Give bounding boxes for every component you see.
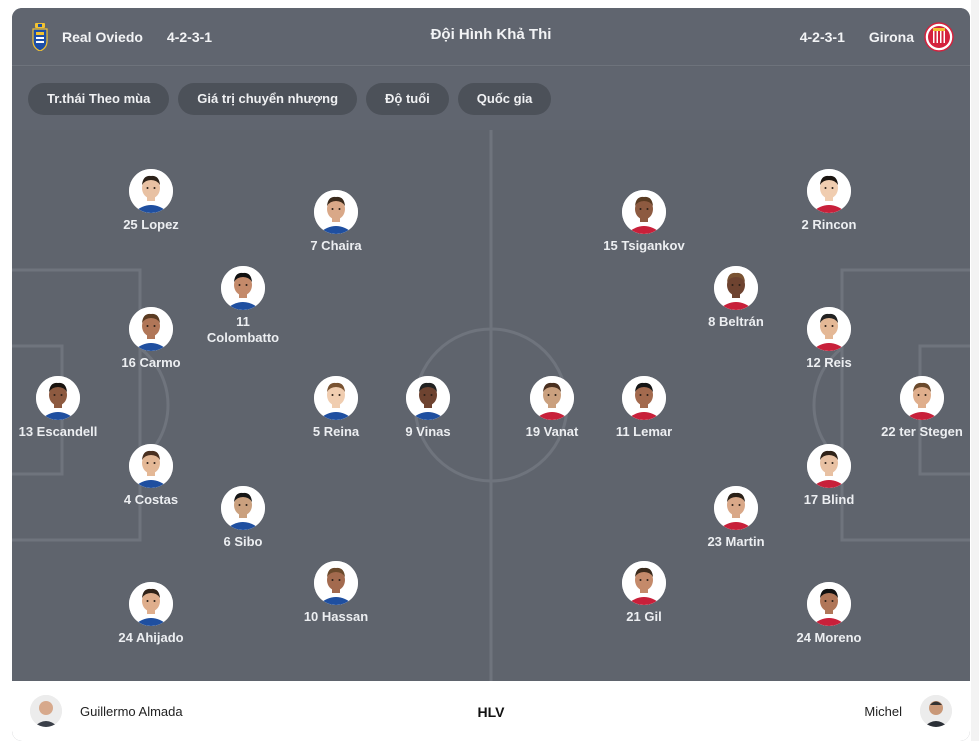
away-player-label: 12 Reis bbox=[806, 355, 852, 370]
away-player-photo bbox=[807, 169, 851, 213]
home-player-label: 16 Carmo bbox=[121, 355, 181, 370]
home-player-label: 13 Escandell bbox=[18, 424, 98, 439]
away-player-label: 22 ter Stegen bbox=[881, 424, 963, 439]
away-player-label: 11 Lemar bbox=[615, 424, 673, 439]
home-player-label: 11 Colombatto bbox=[206, 314, 280, 345]
away-player-label: 2 Rincon bbox=[801, 217, 857, 232]
away-formation: 4-2-3-1 bbox=[799, 29, 845, 45]
home-player-photo bbox=[314, 561, 358, 605]
filter-transfer-value[interactable]: Giá trị chuyển nhượng bbox=[178, 82, 358, 115]
away-player-photo bbox=[807, 307, 851, 351]
away-player-label: 8 Beltrán bbox=[708, 314, 764, 329]
lineup-card: Real Oviedo 4-2-3-1 Đội Hình Khả Thi 4-2… bbox=[12, 8, 970, 741]
away-team-name: Girona bbox=[868, 29, 914, 45]
home-player-label: 10 Hassan bbox=[303, 609, 369, 624]
away-player-label: 17 Blind bbox=[803, 492, 855, 507]
away-player-photo bbox=[714, 266, 758, 310]
away-team[interactable]: 4-2-3-1 Girona bbox=[800, 8, 954, 66]
away-player-photo bbox=[622, 561, 666, 605]
home-player-photo bbox=[314, 190, 358, 234]
home-player-label: 6 Sibo bbox=[223, 534, 263, 549]
away-player-photo bbox=[622, 190, 666, 234]
home-player-label: 7 Chaira bbox=[310, 238, 362, 253]
away-player-photo bbox=[900, 376, 944, 420]
away-coach-avatar bbox=[920, 695, 952, 727]
away-coach-name: Michel bbox=[864, 703, 902, 719]
pitch: 25 Lopez 7 Chaira 11 Colombatto 16 Carmo 13 E… bbox=[12, 130, 970, 681]
away-coach[interactable]: Michel bbox=[864, 695, 952, 727]
away-player-label: 15 Tsigankov bbox=[603, 238, 685, 253]
filter-season-status[interactable]: Tr.thái Theo mùa bbox=[28, 82, 170, 115]
home-player-photo bbox=[221, 486, 265, 530]
away-player-photo bbox=[807, 444, 851, 488]
away-player-label: 21 Gil bbox=[626, 609, 662, 624]
home-player-photo bbox=[406, 376, 450, 420]
away-player-label: 24 Moreno bbox=[796, 630, 862, 645]
page-scrollbar[interactable] bbox=[971, 0, 979, 741]
home-player-photo bbox=[36, 376, 80, 420]
away-player-photo bbox=[807, 582, 851, 626]
lineup-header: Real Oviedo 4-2-3-1 Đội Hình Khả Thi 4-2… bbox=[12, 8, 970, 66]
filter-age[interactable]: Độ tuổi bbox=[366, 82, 449, 115]
away-player-label: 23 Martin bbox=[707, 534, 765, 549]
home-player-photo bbox=[129, 169, 173, 213]
filter-nationality[interactable]: Quốc gia bbox=[457, 82, 552, 115]
away-player-photo bbox=[622, 376, 666, 420]
coach-footer: Guillermo Almada HLV Michel bbox=[12, 681, 970, 741]
home-player-photo bbox=[129, 307, 173, 351]
home-player-label: 4 Costas bbox=[123, 492, 179, 507]
home-player-photo bbox=[129, 444, 173, 488]
away-player-photo bbox=[714, 486, 758, 530]
home-player-label: 24 Ahijado bbox=[118, 630, 184, 645]
filter-bar: Tr.thái Theo mùa Giá trị chuyển nhượng Đ… bbox=[12, 67, 970, 130]
girona-crest-icon bbox=[924, 22, 954, 52]
home-player-photo bbox=[314, 376, 358, 420]
home-player-label: 25 Lopez bbox=[123, 217, 179, 232]
coach-label: HLV bbox=[477, 704, 505, 720]
away-player-photo bbox=[530, 376, 574, 420]
home-player-photo bbox=[221, 266, 265, 310]
home-player-photo bbox=[129, 582, 173, 626]
